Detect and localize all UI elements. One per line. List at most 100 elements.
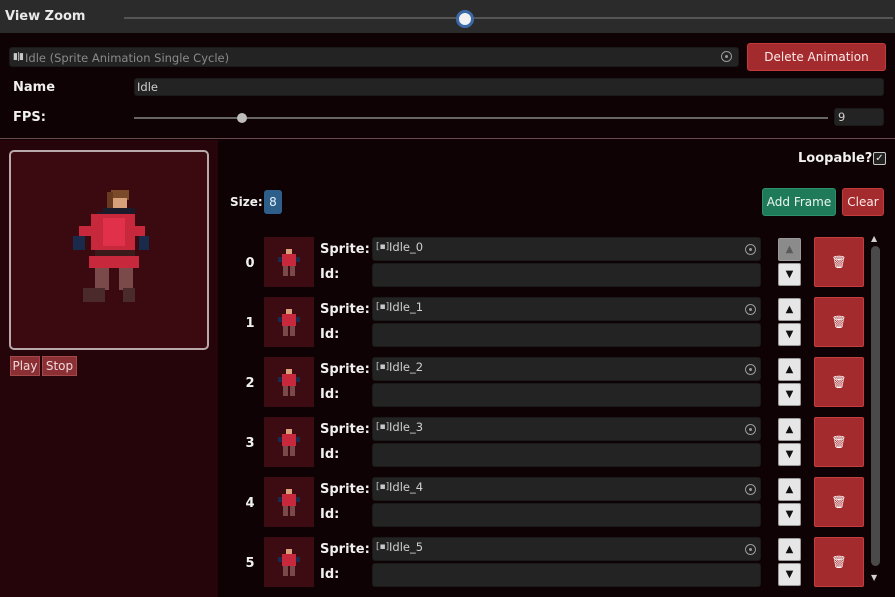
name-label: Name — [13, 80, 56, 95]
sprite-label: Sprite: — [320, 242, 370, 257]
move-up-button[interactable]: ▲ — [778, 298, 801, 321]
frame-index: 1 — [245, 316, 255, 331]
zoom-slider-handle[interactable] — [456, 10, 474, 28]
sprite-icon: [▪] — [376, 422, 390, 432]
arrow-down-icon: ▼ — [785, 329, 794, 340]
size-label: Size: — [230, 195, 263, 209]
sprite-field[interactable] — [372, 417, 761, 441]
fps-label: FPS: — [13, 110, 46, 125]
zoom-label: View Zoom — [5, 9, 86, 24]
move-down-button[interactable]: ▼ — [778, 383, 801, 406]
target-icon[interactable] — [745, 364, 756, 375]
arrow-down-icon: ▼ — [785, 449, 794, 460]
id-field[interactable] — [372, 563, 761, 587]
name-input[interactable] — [134, 78, 884, 96]
delete-frame-button[interactable]: 🗑 — [814, 237, 864, 287]
sprite-field[interactable] — [372, 357, 761, 381]
delete-frame-button[interactable]: 🗑 — [814, 357, 864, 407]
arrow-up-icon: ▲ — [785, 304, 794, 315]
trash-icon: 🗑 — [831, 255, 847, 269]
sprite-field[interactable] — [372, 237, 761, 261]
id-field[interactable] — [372, 503, 761, 527]
arrow-down-icon: ▼ — [785, 269, 794, 280]
sprite-field[interactable] — [372, 297, 761, 321]
frame-index: 3 — [245, 436, 255, 451]
target-icon[interactable] — [745, 484, 756, 495]
target-icon[interactable] — [745, 244, 756, 255]
loopable-label: Loopable? — [798, 151, 873, 166]
sprite-field[interactable] — [372, 477, 761, 501]
target-icon[interactable] — [745, 424, 756, 435]
move-up-button[interactable]: ▲ — [778, 478, 801, 501]
move-down-button[interactable]: ▼ — [778, 323, 801, 346]
move-up-button[interactable]: ▲ — [778, 538, 801, 561]
scroll-up-arrow[interactable]: ▲ — [871, 234, 877, 243]
stop-button[interactable]: Stop — [42, 356, 77, 376]
frame-thumbnail — [264, 357, 314, 407]
frame-index: 5 — [245, 556, 255, 571]
animation-asset-icon: ▮|▮ — [13, 52, 24, 62]
sprite-field[interactable] — [372, 537, 761, 561]
sprite-icon: [▪] — [376, 362, 390, 372]
trash-icon: 🗑 — [831, 375, 847, 389]
target-icon[interactable] — [745, 544, 756, 555]
name-input-value: Idle — [137, 80, 158, 94]
target-icon[interactable] — [745, 304, 756, 315]
delete-frame-button[interactable]: 🗑 — [814, 417, 864, 467]
size-value[interactable]: 8 — [264, 190, 282, 214]
arrow-up-icon: ▲ — [785, 424, 794, 435]
id-field[interactable] — [372, 443, 761, 467]
sprite-label: Sprite: — [320, 302, 370, 317]
clear-button[interactable]: Clear — [842, 188, 884, 216]
frame-thumbnail — [264, 297, 314, 347]
add-frame-button[interactable]: Add Frame — [762, 188, 836, 216]
animation-preview — [9, 150, 209, 350]
play-button[interactable]: Play — [10, 356, 40, 376]
character-sprite-icon — [278, 309, 300, 336]
delete-frame-button[interactable]: 🗑 — [814, 537, 864, 587]
arrow-down-icon: ▼ — [785, 569, 794, 580]
sprite-value: Idle_2 — [389, 360, 424, 374]
move-down-button[interactable]: ▼ — [778, 563, 801, 586]
move-up-button[interactable]: ▲ — [778, 358, 801, 381]
sprite-icon: [▪] — [376, 302, 390, 312]
delete-animation-button[interactable]: Delete Animation — [747, 43, 886, 71]
trash-icon: 🗑 — [831, 435, 847, 449]
character-sprite-icon — [278, 249, 300, 276]
zoom-slider-track[interactable] — [124, 17, 893, 19]
move-up-button[interactable]: ▲ — [778, 418, 801, 441]
fps-slider-handle[interactable] — [237, 113, 247, 123]
move-down-button[interactable]: ▼ — [778, 503, 801, 526]
sprite-value: Idle_3 — [389, 420, 424, 434]
sprite-icon: [▪] — [376, 242, 390, 252]
sprite-icon: [▪] — [376, 542, 390, 552]
trash-icon: 🗑 — [831, 315, 847, 329]
id-field[interactable] — [372, 263, 761, 287]
target-icon[interactable] — [721, 51, 732, 62]
scroll-down-arrow[interactable]: ▼ — [871, 573, 877, 582]
character-sprite-icon — [278, 549, 300, 576]
move-down-button[interactable]: ▼ — [778, 443, 801, 466]
id-label: Id: — [320, 507, 340, 522]
sprite-value: Idle_4 — [389, 480, 424, 494]
frame-index: 0 — [245, 256, 255, 271]
id-field[interactable] — [372, 323, 761, 347]
id-label: Id: — [320, 447, 340, 462]
delete-frame-button[interactable]: 🗑 — [814, 477, 864, 527]
loopable-checkbox[interactable]: ✓ — [873, 152, 886, 165]
frame-thumbnail — [264, 237, 314, 287]
sprite-value: Idle_1 — [389, 300, 424, 314]
frame-thumbnail — [264, 537, 314, 587]
frame-thumbnail — [264, 477, 314, 527]
delete-frame-button[interactable]: 🗑 — [814, 297, 864, 347]
sprite-label: Sprite: — [320, 482, 370, 497]
arrow-down-icon: ▼ — [785, 389, 794, 400]
scrollbar-thumb[interactable] — [871, 246, 880, 566]
id-label: Id: — [320, 567, 340, 582]
trash-icon: 🗑 — [831, 495, 847, 509]
animation-asset-value: Idle (Sprite Animation Single Cycle) — [25, 51, 230, 65]
sprite-label: Sprite: — [320, 542, 370, 557]
frame-thumbnail — [264, 417, 314, 467]
id-field[interactable] — [372, 383, 761, 407]
move-down-button[interactable]: ▼ — [778, 263, 801, 286]
